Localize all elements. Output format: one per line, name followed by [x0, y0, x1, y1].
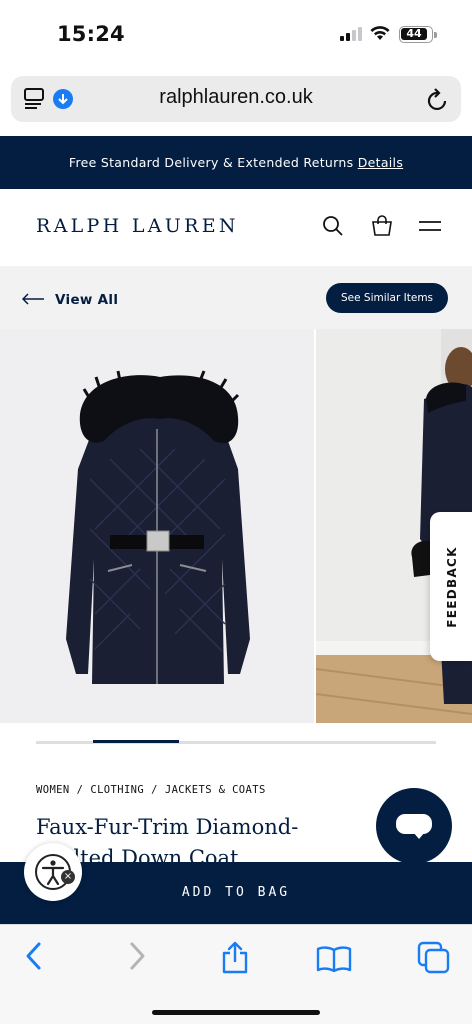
breadcrumb: WOMEN / CLOTHING / JACKETS & COATS	[36, 784, 266, 796]
view-all-link[interactable]: View All	[55, 292, 118, 308]
tabs-icon[interactable]	[417, 941, 451, 975]
battery-icon: 44	[399, 26, 437, 43]
arrow-left-icon[interactable]	[22, 293, 44, 305]
product-title: Faux-Fur-Trim Diamond-Quilted Down Coat	[36, 815, 299, 862]
brand-logo[interactable]: RALPH LAUREN	[36, 215, 239, 237]
cellular-signal-icon	[340, 27, 362, 41]
shopping-bag-icon[interactable]	[371, 215, 393, 237]
search-icon[interactable]	[322, 215, 344, 237]
wifi-icon	[370, 26, 390, 40]
home-indicator	[152, 1010, 320, 1015]
feedback-label: FEEDBACK	[445, 545, 459, 628]
coat-illustration	[66, 370, 250, 684]
promo-details-link[interactable]: Details	[358, 155, 403, 170]
promo-banner: Free Standard Delivery & Extended Return…	[0, 136, 472, 189]
share-icon[interactable]	[220, 941, 250, 975]
close-icon[interactable]: ×	[61, 870, 75, 884]
status-bar: 15:24 44	[0, 0, 472, 66]
chat-bubble-icon	[396, 814, 432, 834]
back-icon[interactable]	[24, 941, 44, 971]
product-toolbar: View All See Similar Items	[0, 266, 472, 329]
gallery-progress-active	[93, 740, 179, 743]
product-gallery[interactable]	[0, 329, 472, 723]
breadcrumb-women[interactable]: WOMEN	[36, 784, 70, 796]
forward-icon[interactable]	[127, 941, 147, 971]
feedback-tab[interactable]: FEEDBACK	[430, 512, 472, 661]
reload-icon[interactable]	[426, 86, 450, 112]
address-bar[interactable]: ralphlauren.co.uk	[11, 76, 461, 122]
battery-level: 44	[406, 27, 422, 40]
site-header: RALPH LAUREN	[0, 189, 472, 266]
gallery-progress	[36, 740, 436, 744]
status-time: 15:24	[57, 22, 125, 46]
bookmarks-icon[interactable]	[316, 945, 352, 973]
see-similar-button[interactable]: See Similar Items	[326, 283, 448, 313]
url-text[interactable]: ralphlauren.co.uk	[11, 86, 461, 109]
browser-toolbar	[0, 924, 472, 1024]
breadcrumb-clothing[interactable]: CLOTHING	[90, 784, 144, 796]
menu-icon[interactable]	[419, 215, 441, 237]
breadcrumb-jackets-coats[interactable]: JACKETS & COATS	[165, 784, 266, 796]
product-image[interactable]	[0, 329, 314, 723]
promo-text: Free Standard Delivery & Extended Return…	[68, 155, 354, 170]
chat-button[interactable]	[376, 788, 452, 864]
